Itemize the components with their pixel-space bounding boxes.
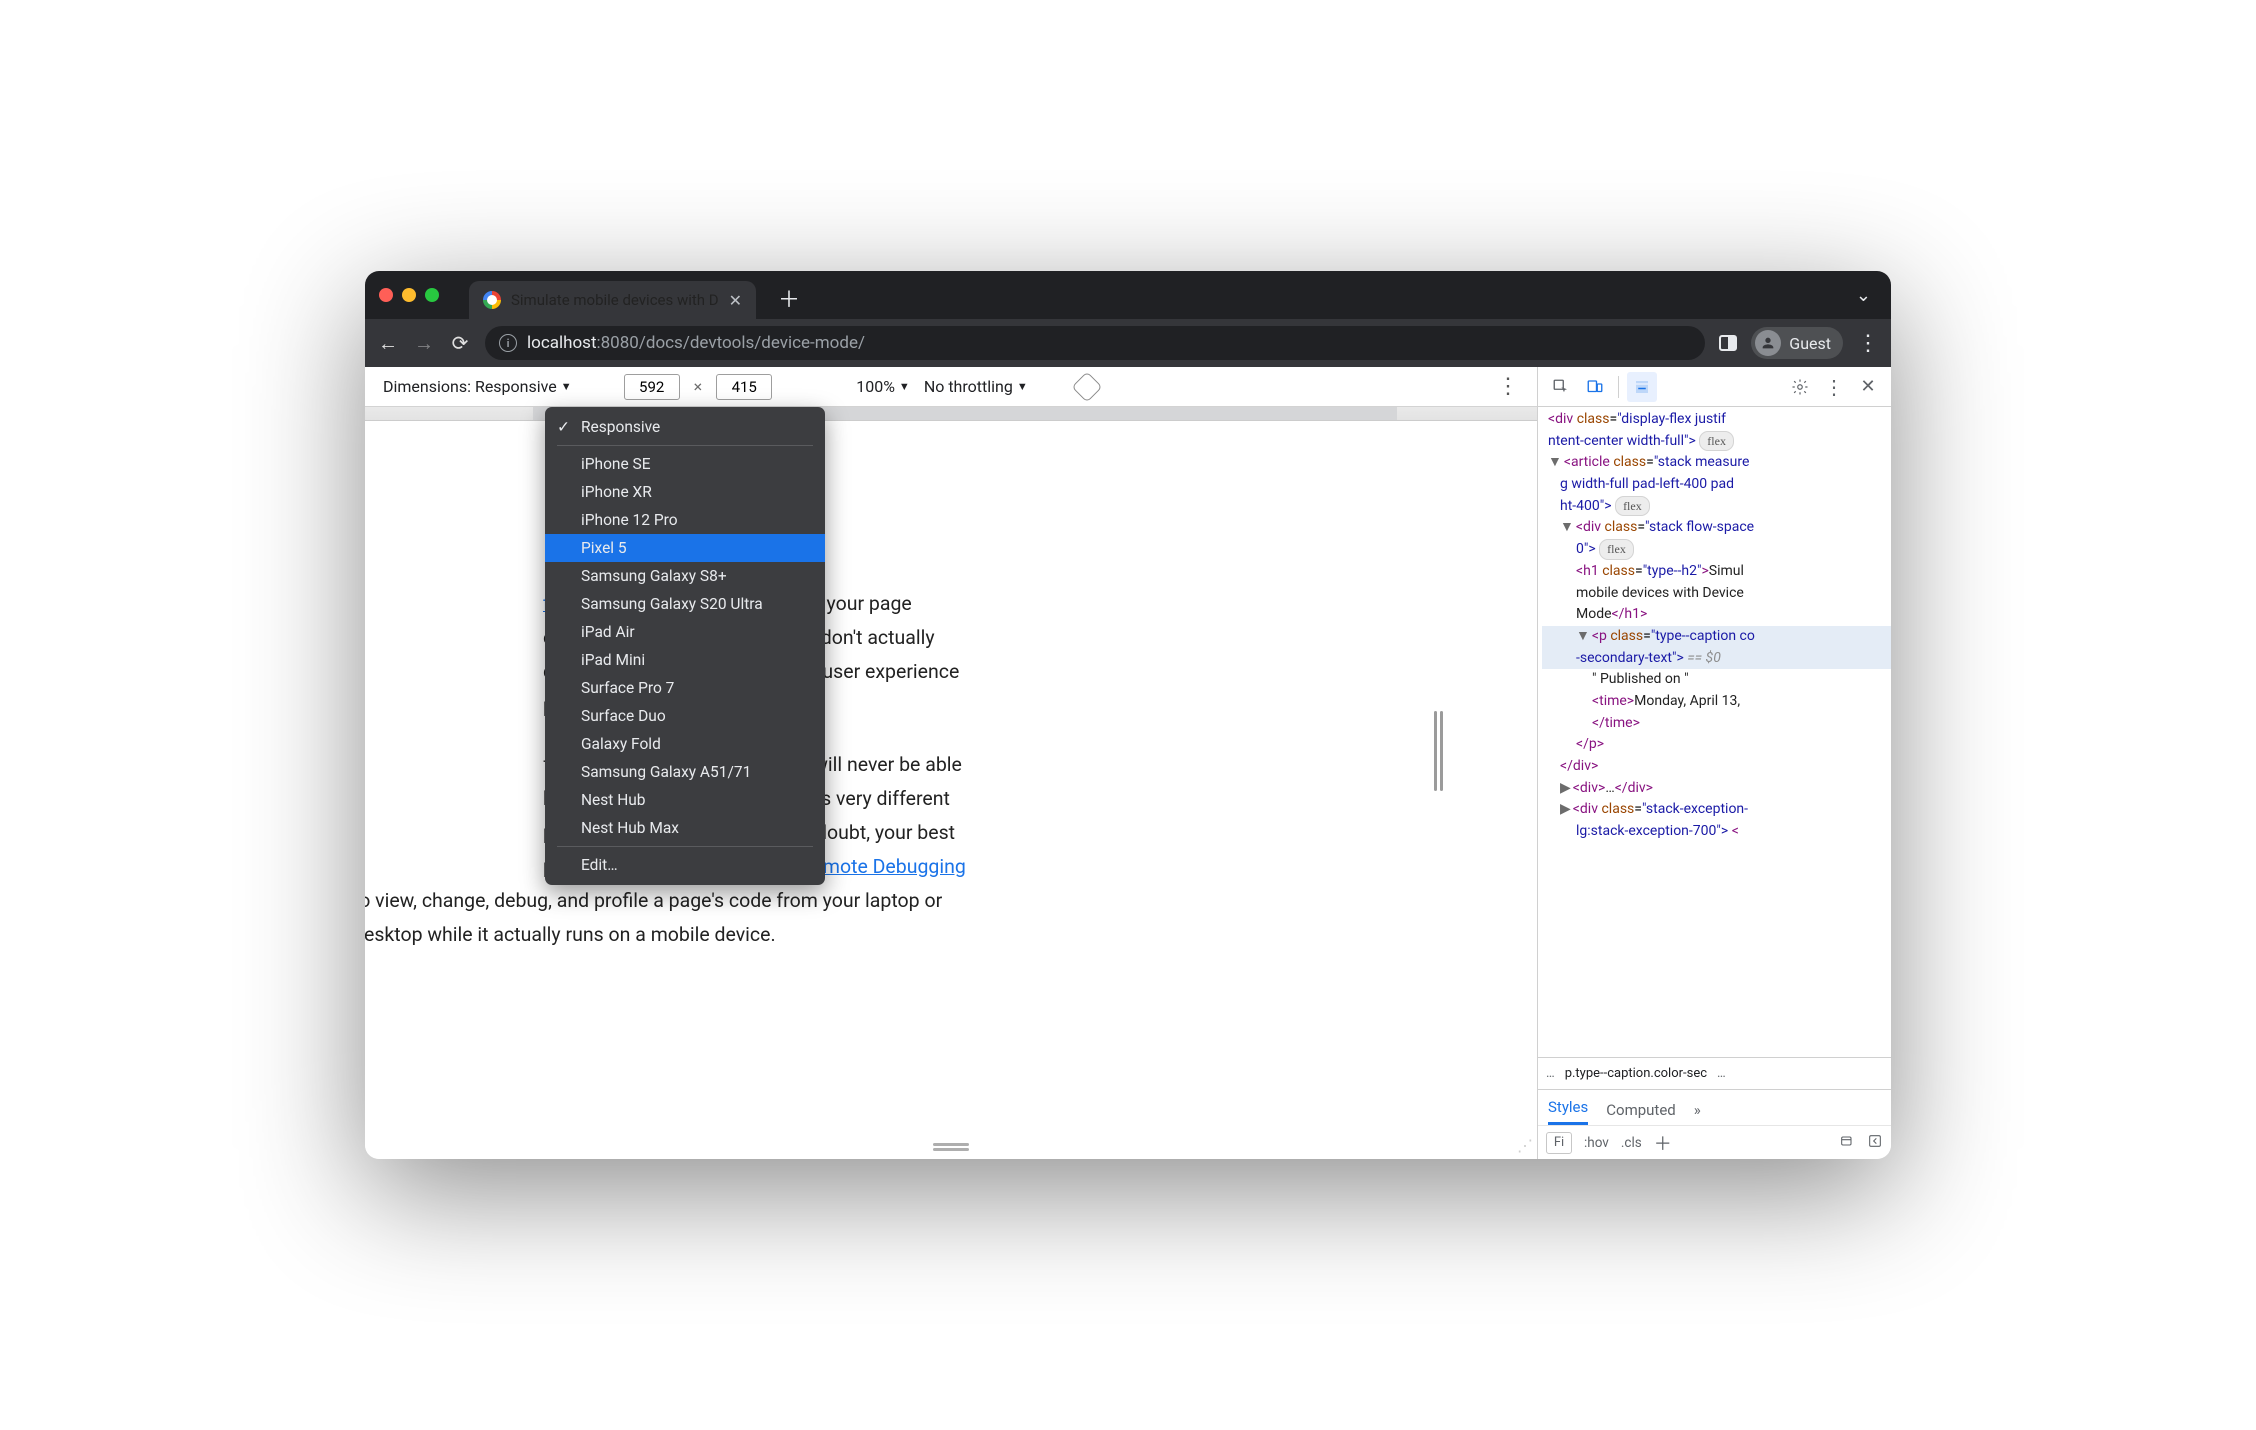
viewport-area: # first-order approximation of how your … xyxy=(365,421,1537,1159)
menu-item-selected[interactable]: Pixel 5 xyxy=(545,534,825,562)
menu-item[interactable]: Samsung Galaxy A51/71 xyxy=(545,758,825,786)
menu-item[interactable]: Samsung Galaxy S20 Ultra xyxy=(545,590,825,618)
side-panel-icon[interactable] xyxy=(1719,335,1737,351)
menu-item[interactable]: Surface Duo xyxy=(545,702,825,730)
close-tab-icon[interactable]: ✕ xyxy=(729,291,742,310)
back-button[interactable]: ← xyxy=(377,331,399,356)
menu-item[interactable]: iPad Air xyxy=(545,618,825,646)
menu-item[interactable]: Surface Pro 7 xyxy=(545,674,825,702)
tab-styles[interactable]: Styles xyxy=(1548,1098,1588,1125)
devtools-menu-icon[interactable]: ⋮ xyxy=(1819,372,1849,402)
chrome-favicon-icon xyxy=(483,291,501,309)
styles-subtoolbar: Fi :hov .cls ＋ xyxy=(1538,1125,1891,1159)
window-controls xyxy=(379,288,439,302)
crumbs-overflow-left[interactable]: … xyxy=(1546,1066,1555,1081)
address-bar[interactable]: i localhost:8080/docs/devtools/device-mo… xyxy=(485,326,1705,360)
dimensions-dropdown[interactable]: Dimensions: Responsive ▼ xyxy=(383,377,572,396)
zoom-dropdown[interactable]: 100% ▼ xyxy=(856,377,910,396)
chevron-down-icon: ▼ xyxy=(899,380,910,393)
site-info-icon[interactable]: i xyxy=(499,334,517,352)
resize-handle-bottom[interactable] xyxy=(933,1141,969,1153)
ruler[interactable] xyxy=(365,407,1537,421)
toggle-device-icon[interactable] xyxy=(1580,372,1610,402)
crumbs-selected[interactable]: p.type--caption.color-sec xyxy=(1565,1066,1707,1081)
browser-menu-button[interactable]: ⋮ xyxy=(1857,331,1879,356)
styles-tabs: Styles Computed » xyxy=(1538,1089,1891,1125)
device-mode-panel: Dimensions: Responsive ▼ × 100% ▼ No thr… xyxy=(365,367,1537,1159)
minimize-window-icon[interactable] xyxy=(402,288,416,302)
inspect-element-icon[interactable] xyxy=(1546,372,1576,402)
tab-overflow-icon[interactable]: ⌄ xyxy=(1856,285,1871,306)
menu-item[interactable]: iPhone SE xyxy=(545,450,825,478)
menu-item[interactable]: Samsung Galaxy S8+ xyxy=(545,562,825,590)
profile-label: Guest xyxy=(1789,334,1831,353)
forward-button[interactable]: → xyxy=(413,331,435,356)
url-port: :8080 xyxy=(597,333,639,353)
browser-tab[interactable]: Simulate mobile devices with D ✕ xyxy=(469,281,756,319)
settings-icon[interactable] xyxy=(1785,372,1815,402)
device-toolbar: Dimensions: Responsive ▼ × 100% ▼ No thr… xyxy=(365,367,1537,407)
new-style-rule-icon[interactable]: ＋ xyxy=(1654,1130,1672,1156)
rotate-icon[interactable] xyxy=(1071,371,1102,402)
devtools-toolbar: ⋮ ✕ xyxy=(1538,367,1891,407)
close-devtools-icon[interactable]: ✕ xyxy=(1853,372,1883,402)
menu-item-edit[interactable]: Edit… xyxy=(545,851,825,879)
menu-item-responsive[interactable]: Responsive xyxy=(545,413,825,441)
toolbar: ← → ⟳ i localhost:8080/docs/devtools/dev… xyxy=(365,319,1891,367)
computed-panel-icon[interactable] xyxy=(1867,1133,1883,1153)
breadcrumb[interactable]: … p.type--caption.color-sec … xyxy=(1538,1057,1891,1089)
scrollbar[interactable] xyxy=(1434,711,1443,791)
url-host: localhost xyxy=(527,333,597,353)
menu-item[interactable]: iPhone XR xyxy=(545,478,825,506)
elements-tab-icon[interactable] xyxy=(1627,372,1657,402)
titlebar: Simulate mobile devices with D ✕ ＋ ⌄ xyxy=(365,271,1891,319)
link-remote-debugging[interactable]: Remote Debugging xyxy=(801,855,966,878)
devtools-panel: ⋮ ✕ <div class="display-flex justif nten… xyxy=(1537,367,1891,1159)
throttling-dropdown[interactable]: No throttling ▼ xyxy=(924,377,1028,396)
maximize-window-icon[interactable] xyxy=(425,288,439,302)
paint-flash-icon[interactable] xyxy=(1839,1133,1855,1153)
device-list-menu: Responsive iPhone SE iPhone XR iPhone 12… xyxy=(545,407,825,885)
device-toolbar-menu[interactable]: ⋮ xyxy=(1497,374,1519,399)
chevron-down-icon: ▼ xyxy=(561,380,572,393)
profile-button[interactable]: Guest xyxy=(1751,327,1843,359)
dimensions-x: × xyxy=(694,377,703,396)
close-window-icon[interactable] xyxy=(379,288,393,302)
resize-handle-corner[interactable]: ⋰ xyxy=(1517,1136,1531,1155)
menu-item[interactable]: Nest Hub xyxy=(545,786,825,814)
hov-toggle[interactable]: :hov xyxy=(1584,1135,1609,1151)
width-input[interactable] xyxy=(624,374,680,400)
tab-computed[interactable]: Computed xyxy=(1606,1101,1676,1125)
crumbs-overflow-right[interactable]: … xyxy=(1717,1066,1726,1081)
filter-input[interactable]: Fi xyxy=(1546,1132,1572,1154)
menu-item[interactable]: iPhone 12 Pro xyxy=(545,506,825,534)
browser-window: Simulate mobile devices with D ✕ ＋ ⌄ ← →… xyxy=(365,271,1891,1159)
chevron-down-icon: ▼ xyxy=(1017,380,1028,393)
avatar-icon xyxy=(1755,330,1781,356)
cls-toggle[interactable]: .cls xyxy=(1621,1135,1642,1151)
menu-item[interactable]: iPad Mini xyxy=(545,646,825,674)
tab-more-icon[interactable]: » xyxy=(1694,1101,1701,1125)
new-tab-button[interactable]: ＋ xyxy=(778,282,800,314)
tab-title: Simulate mobile devices with D xyxy=(511,291,719,309)
reload-button[interactable]: ⟳ xyxy=(449,331,471,355)
menu-item[interactable]: Galaxy Fold xyxy=(545,730,825,758)
height-input[interactable] xyxy=(716,374,772,400)
menu-item[interactable]: Nest Hub Max xyxy=(545,814,825,842)
elements-tree[interactable]: <div class="display-flex justif ntent-ce… xyxy=(1538,407,1891,1057)
url-path: /docs/devtools/device-mode/ xyxy=(639,333,865,353)
